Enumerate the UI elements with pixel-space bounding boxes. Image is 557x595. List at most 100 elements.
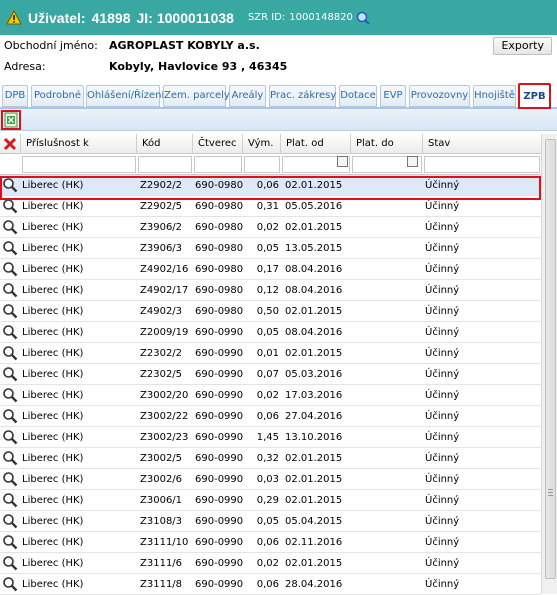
col-plat-do[interactable]: Plat. do [351, 134, 423, 154]
table-cell: Z2009/19 [140, 327, 189, 338]
table-cell: Účinný [425, 537, 460, 548]
table-cell: 0,01 [256, 348, 279, 359]
calendar-icon[interactable] [337, 156, 348, 167]
filter-kod[interactable] [138, 156, 192, 173]
col-kod[interactable]: Kód [137, 134, 193, 154]
szr-label: SZR ID: [247, 12, 286, 23]
magnifier-icon[interactable] [2, 471, 18, 487]
table-row[interactable]: Liberec (HK) Z2302/2 690-0990 0,01 02.01.201… [0, 343, 541, 364]
table-cell: 0,02 [256, 558, 279, 569]
table-cell: 0,06 [256, 411, 279, 422]
table-cell: Účinný [425, 327, 460, 338]
magnifier-icon[interactable] [2, 534, 18, 550]
table-row[interactable]: Liberec (HK) Z3906/3 690-0980 0,05 13.05.201… [0, 238, 541, 259]
table-row[interactable]: Liberec (HK) Z4902/17 690-0980 0,12 08.04.20… [0, 280, 541, 301]
table-row[interactable]: Liberec (HK) Z2009/19 690-0990 0,05 08.04.20… [0, 322, 541, 343]
table-cell: Účinný [425, 264, 460, 275]
ji-label: JI: [136, 9, 153, 26]
export-excel-button[interactable] [1, 110, 21, 130]
magnifier-icon[interactable] [2, 513, 18, 529]
filter-prislusnost[interactable] [22, 156, 136, 173]
filter-ctverec[interactable] [194, 156, 242, 173]
table-cell: Z2302/5 [140, 369, 183, 380]
col-ctverec[interactable]: Čtverec [193, 134, 243, 154]
table-cell: Liberec (HK) [22, 222, 84, 233]
magnifier-icon[interactable] [2, 429, 18, 445]
table-row[interactable]: Liberec (HK) Z3002/5 690-0990 0,32 02.01.201… [0, 448, 541, 469]
search-refresh-icon[interactable] [356, 11, 370, 25]
magnifier-icon[interactable] [2, 240, 18, 256]
calendar-icon[interactable] [407, 156, 418, 167]
tab-prac-zakresy[interactable]: Prac. zákresy [269, 85, 336, 107]
magnifier-icon[interactable] [2, 555, 18, 571]
table-cell: Z3002/20 [140, 390, 189, 401]
magnifier-icon[interactable] [2, 408, 18, 424]
magnifier-icon[interactable] [2, 366, 18, 382]
table-cell: Liberec (HK) [22, 390, 84, 401]
table-row[interactable]: Liberec (HK) Z3108/3 690-0990 0,05 05.04.201… [0, 511, 541, 532]
tab-arealy[interactable]: Areály [229, 85, 266, 107]
col-plat-od[interactable]: Plat. od [281, 134, 351, 154]
magnifier-icon[interactable] [2, 576, 18, 592]
col-stav[interactable]: Stav [423, 134, 541, 154]
export-button[interactable]: Exporty [493, 37, 552, 55]
table-cell: 0,06 [256, 537, 279, 548]
table-row[interactable]: Liberec (HK) Z2302/5 690-0990 0,07 05.03.201… [0, 364, 541, 385]
table-cell: Liberec (HK) [22, 432, 84, 443]
table-cell [354, 469, 420, 490]
table-cell: Liberec (HK) [22, 516, 84, 527]
magnifier-icon[interactable] [2, 345, 18, 361]
magnifier-icon[interactable] [2, 261, 18, 277]
table-row[interactable]: Liberec (HK) Z3906/2 690-0980 0,02 02.01.201… [0, 217, 541, 238]
scrollbar-thumb[interactable] [545, 139, 556, 579]
col-vym[interactable]: Vým. [243, 134, 281, 154]
table-cell: 0,29 [256, 495, 279, 506]
user-id: 41898 [91, 9, 131, 26]
table-row[interactable]: Liberec (HK) Z4902/3 690-0980 0,50 02.01.201… [0, 301, 541, 322]
table-row[interactable]: Liberec (HK) Z3002/6 690-0990 0,03 02.01.201… [0, 469, 541, 490]
szr-value: 1000148820 [289, 12, 353, 23]
tab-evp[interactable]: EVP [380, 85, 406, 107]
magnifier-icon[interactable] [2, 303, 18, 319]
magnifier-icon[interactable] [2, 387, 18, 403]
magnifier-icon[interactable] [2, 450, 18, 466]
table-row[interactable]: Liberec (HK) Z3111/8 690-0990 0,06 28.04.201… [0, 574, 541, 595]
magnifier-icon[interactable] [2, 282, 18, 298]
table-cell [354, 343, 420, 364]
filter-vym[interactable] [244, 156, 280, 173]
magnifier-icon[interactable] [2, 219, 18, 235]
table-cell: 0,02 [256, 390, 279, 401]
tab-dotace[interactable]: Dotace [339, 85, 377, 107]
filter-stav[interactable] [424, 156, 540, 173]
table-cell: 0,17 [256, 264, 279, 275]
col-prislusnost[interactable]: Příslušnost k [21, 134, 137, 154]
table-cell: 690-0980 [195, 306, 243, 317]
address-label: Adresa: [4, 60, 46, 73]
table-row[interactable]: Liberec (HK) Z3002/22 690-0990 0,06 27.04.20… [0, 406, 541, 427]
table-row[interactable]: Liberec (HK) Z3002/23 690-0990 1,45 13.10.20… [0, 427, 541, 448]
table-row[interactable]: Liberec (HK) Z4902/16 690-0980 0,17 08.04.20… [0, 259, 541, 280]
table-cell: 0,07 [256, 369, 279, 380]
magnifier-icon[interactable] [2, 198, 18, 214]
vertical-scrollbar[interactable] [541, 134, 557, 594]
tab-hnojiste[interactable]: Hnojiště [473, 85, 516, 107]
table-row[interactable]: Liberec (HK) Z3002/20 690-0990 0,02 17.03.20… [0, 385, 541, 406]
table-row[interactable]: Liberec (HK) Z3111/6 690-0990 0,02 02.01.201… [0, 553, 541, 574]
table-cell: 02.01.2015 [285, 306, 343, 317]
tab-provozovny[interactable]: Provozovny [409, 85, 470, 107]
tab-dpb[interactable]: DPB [2, 85, 28, 107]
table-cell [354, 511, 420, 532]
table-cell: 690-0990 [195, 537, 243, 548]
tab-zpb[interactable]: ZPB [518, 83, 551, 109]
table-cell: Liberec (HK) [22, 474, 84, 485]
magnifier-icon[interactable] [2, 324, 18, 340]
table-cell: Účinný [425, 558, 460, 569]
tab-zem-parcely[interactable]: Zem. parcely [163, 85, 230, 107]
table-cell: Liberec (HK) [22, 327, 84, 338]
tab-ohlaseni[interactable]: Ohlášení/Řízení [86, 85, 164, 107]
clear-filter-button[interactable] [0, 134, 21, 154]
magnifier-icon[interactable] [2, 492, 18, 508]
table-row[interactable]: Liberec (HK) Z3111/10 690-0990 0,06 02.11.20… [0, 532, 541, 553]
tab-podrobne[interactable]: Podrobné [31, 85, 84, 107]
table-row[interactable]: Liberec (HK) Z3006/1 690-0990 0,29 02.01.201… [0, 490, 541, 511]
